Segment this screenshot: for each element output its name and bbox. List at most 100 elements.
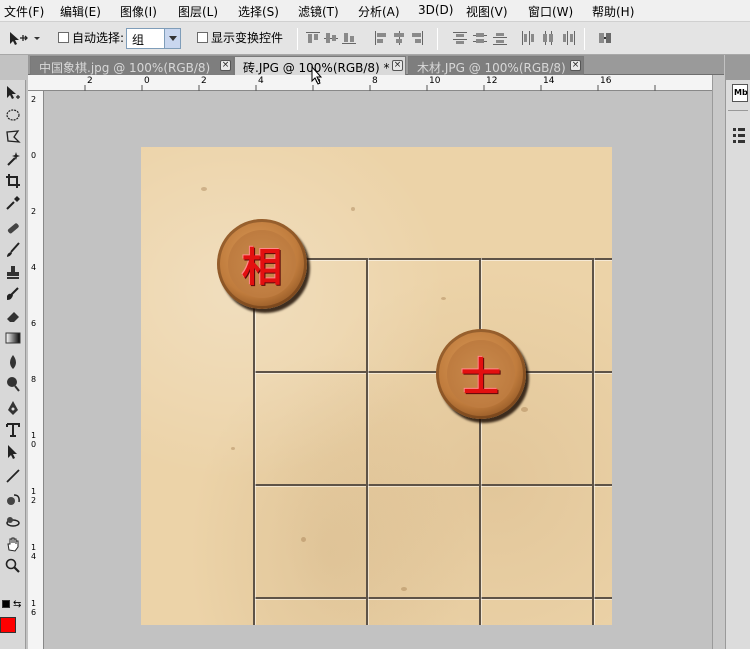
dodge-tool-icon[interactable] <box>3 374 23 394</box>
healing-brush-icon[interactable] <box>3 218 23 238</box>
eyedropper-icon[interactable] <box>3 193 23 213</box>
close-icon[interactable]: × <box>220 60 231 71</box>
texture-speck <box>441 297 446 300</box>
separator <box>297 28 298 50</box>
distribute-hcenter-icon[interactable] <box>540 30 556 46</box>
texture-speck <box>301 537 306 542</box>
align-vcenter-icon[interactable] <box>323 30 339 46</box>
ruler-label: 12 <box>486 76 498 86</box>
toolbox: ⇆ <box>0 80 26 649</box>
menu-3d[interactable]: 3D(D) <box>418 3 453 17</box>
3d-orbit-icon[interactable] <box>3 512 23 532</box>
horizontal-ruler: 2 0 2 4 6 8 10 12 14 16 <box>28 75 712 91</box>
board-grid-line <box>253 597 612 599</box>
auto-select-checkbox[interactable] <box>58 32 69 43</box>
gradient-tool-icon[interactable] <box>3 328 23 348</box>
align-bottom-icon[interactable] <box>341 30 357 46</box>
board-grid-line <box>253 258 255 625</box>
clone-stamp-icon[interactable] <box>3 262 23 282</box>
distribute-top-icon[interactable] <box>452 30 468 46</box>
show-transform-checkbox[interactable] <box>197 32 208 43</box>
menu-image[interactable]: 图像(I) <box>120 3 157 20</box>
align-top-icon[interactable] <box>305 30 321 46</box>
chevron-down-icon <box>164 29 180 48</box>
menu-filter[interactable]: 滤镜(T) <box>298 3 339 20</box>
menu-help[interactable]: 帮助(H) <box>592 3 634 20</box>
board-grid-line <box>253 484 612 486</box>
close-icon[interactable]: × <box>570 60 581 71</box>
align-hcenter-icon[interactable] <box>391 30 407 46</box>
board-grid-line <box>366 258 368 625</box>
menu-file[interactable]: 文件(F) <box>4 3 44 20</box>
distribute-right-icon[interactable] <box>560 30 576 46</box>
close-icon[interactable]: × <box>392 60 403 71</box>
ruler-label: 16 <box>600 76 612 86</box>
menu-edit[interactable]: 编辑(E) <box>60 3 101 20</box>
distribute-vcenter-icon[interactable] <box>472 30 488 46</box>
minibridge-button[interactable]: Mb <box>732 84 748 102</box>
ruler-label: 2 <box>31 207 37 216</box>
type-tool-icon[interactable] <box>3 420 23 440</box>
line-tool-icon[interactable] <box>3 466 23 486</box>
path-select-icon[interactable] <box>3 442 23 462</box>
document-tab-bar: 中国象棋.jpg @ 100%(RGB/8) × 砖.JPG @ 100%(RG… <box>28 55 724 75</box>
texture-speck <box>231 447 235 450</box>
menu-window[interactable]: 窗口(W) <box>528 3 573 20</box>
show-transform-label: 显示变换控件 <box>211 31 284 45</box>
swap-colors-icon[interactable]: ⇆ <box>13 599 21 610</box>
hand-tool-icon[interactable] <box>3 534 23 554</box>
tab-chinese-chess[interactable]: 中国象棋.jpg @ 100%(RGB/8) × <box>30 56 234 75</box>
3d-rotate-icon[interactable] <box>3 490 23 510</box>
move-tool-icon <box>10 32 40 45</box>
document-canvas[interactable]: 相 士 <box>141 147 612 625</box>
lasso-tool-icon[interactable] <box>3 127 23 147</box>
chess-piece-xiang[interactable]: 相 <box>217 219 307 309</box>
tab-wood[interactable]: 木材.JPG @ 100%(RGB/8) × <box>408 56 584 75</box>
history-brush-icon[interactable] <box>3 284 23 304</box>
menu-view[interactable]: 视图(V) <box>466 3 508 20</box>
blur-tool-icon[interactable] <box>3 352 23 372</box>
board-grid-line <box>592 258 594 625</box>
crop-tool-icon[interactable] <box>3 171 23 191</box>
ruler-label: 16 <box>31 599 37 617</box>
move-tool-icon[interactable] <box>3 83 23 103</box>
eraser-icon[interactable] <box>3 306 23 326</box>
ruler-label: 2 <box>31 95 37 104</box>
ruler-label: 4 <box>31 263 37 272</box>
ruler-label: 4 <box>258 76 264 86</box>
distribute-bottom-icon[interactable] <box>492 30 508 46</box>
chess-piece-shi[interactable]: 士 <box>436 329 526 419</box>
align-left-icon[interactable] <box>373 30 389 46</box>
tab-label: 木材.JPG @ 100%(RGB/8) <box>417 61 566 75</box>
pen-tool-icon[interactable] <box>3 398 23 418</box>
separator <box>728 110 748 111</box>
foreground-color-swatch[interactable] <box>0 617 16 633</box>
magic-wand-icon[interactable] <box>3 149 23 169</box>
right-panel-dock: Mb <box>725 80 750 649</box>
board-grid-line <box>253 371 612 373</box>
tab-label: 中国象棋.jpg @ 100%(RGB/8) <box>39 61 211 75</box>
texture-speck <box>401 587 407 591</box>
ruler-label: 0 <box>144 76 150 86</box>
separator <box>584 28 585 50</box>
vertical-ruler: 2 0 2 4 6 8 10 12 14 16 <box>28 91 44 649</box>
board-grid-line <box>479 258 481 625</box>
ruler-label: 14 <box>31 543 37 561</box>
ruler-label: 0 <box>31 151 37 160</box>
auto-select-dropdown[interactable]: 组 <box>126 28 181 49</box>
zoom-tool-icon[interactable] <box>3 556 23 576</box>
default-colors-icon[interactable] <box>2 600 10 608</box>
brush-tool-icon[interactable] <box>3 240 23 260</box>
distribute-left-icon[interactable] <box>520 30 536 46</box>
align-right-icon[interactable] <box>409 30 425 46</box>
panel-options-icon[interactable] <box>731 126 747 146</box>
marquee-tool-icon[interactable] <box>3 105 23 125</box>
menu-select[interactable]: 选择(S) <box>238 3 279 20</box>
move-tool-preset-button[interactable] <box>6 28 42 48</box>
menu-analysis[interactable]: 分析(A) <box>358 3 400 20</box>
auto-align-icon[interactable] <box>597 30 613 46</box>
menu-layer[interactable]: 图层(L) <box>178 3 218 20</box>
panel-collapse-bar[interactable] <box>712 75 725 649</box>
separator <box>437 28 438 50</box>
piece-face: 相 <box>228 230 296 298</box>
